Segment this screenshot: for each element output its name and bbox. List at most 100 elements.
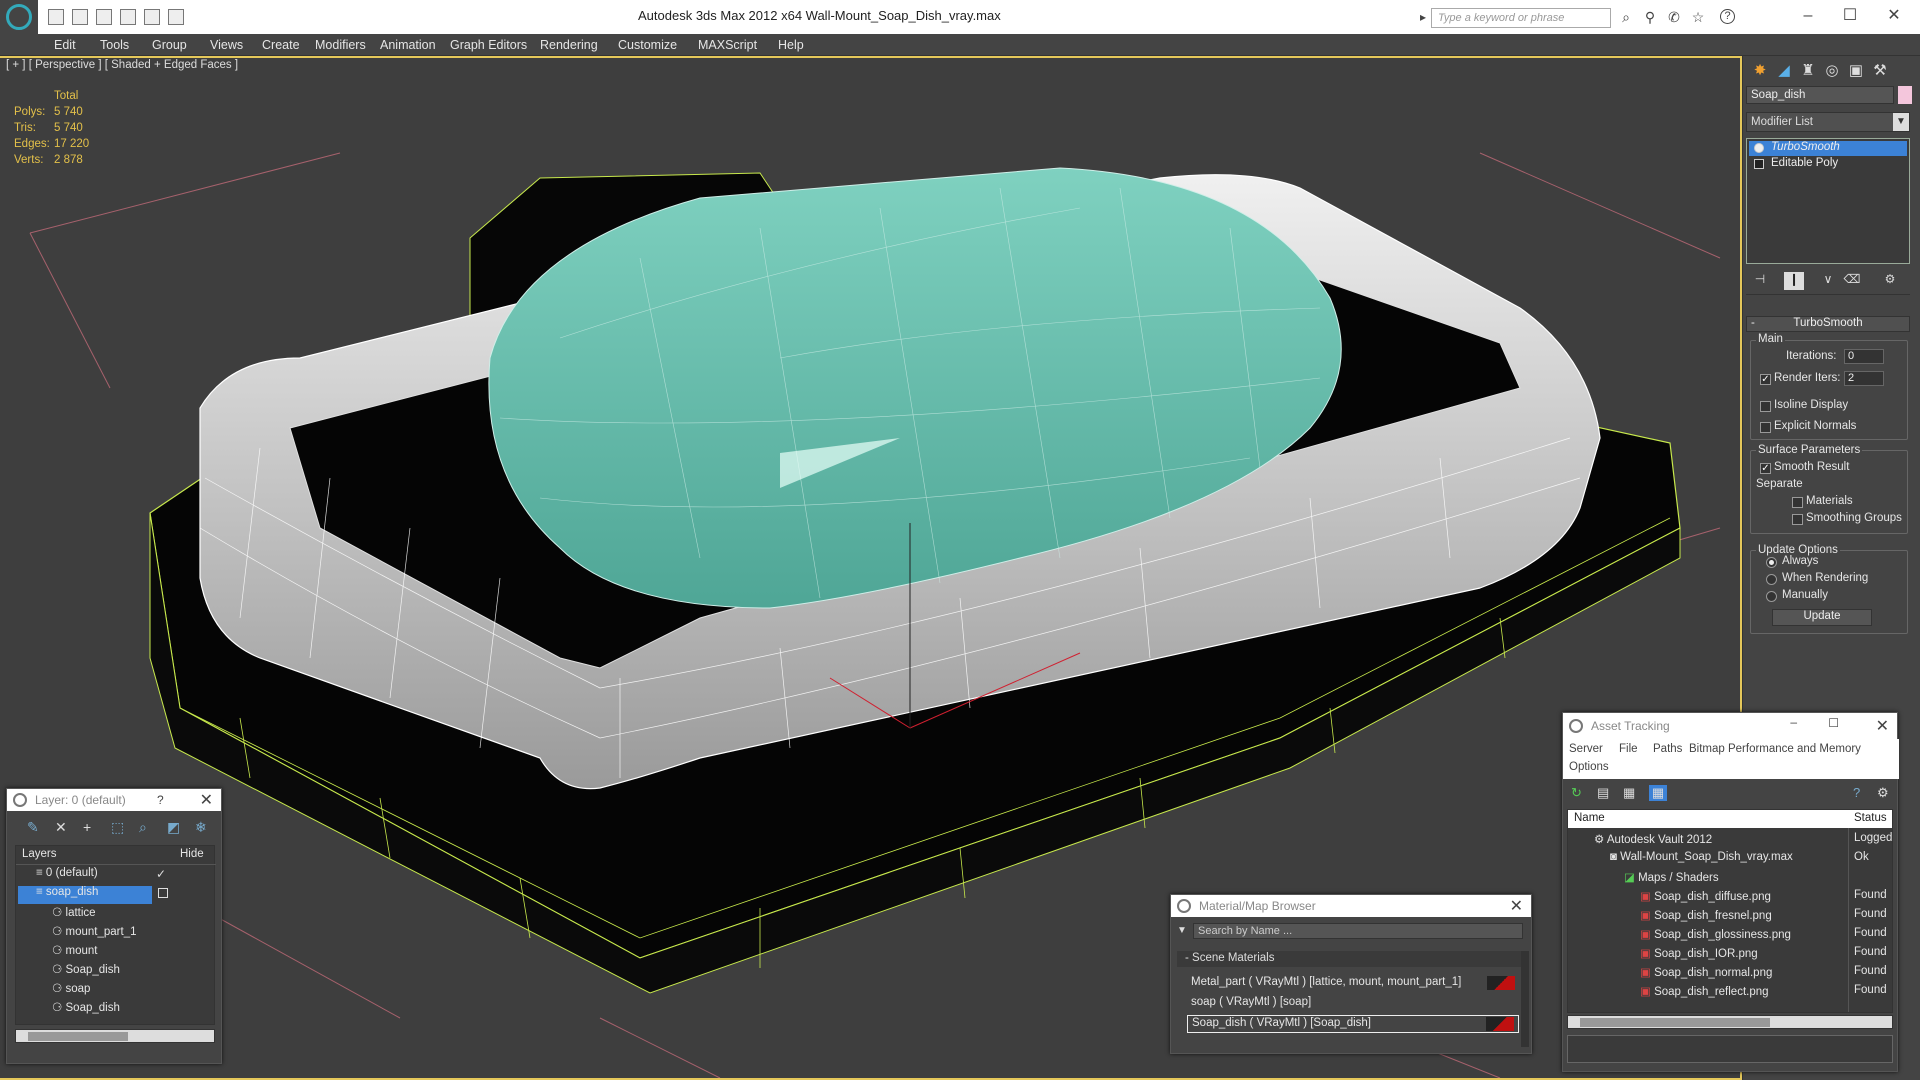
- menu-rendering[interactable]: Rendering: [540, 38, 598, 52]
- iterations-spinner[interactable]: 0: [1844, 349, 1884, 364]
- display-tab-icon[interactable]: ▣: [1845, 60, 1867, 82]
- make-unique-icon[interactable]: ∨: [1818, 272, 1838, 290]
- favorites-star-icon[interactable]: ☆: [1690, 9, 1706, 25]
- turbosmooth-rollout-header[interactable]: - TurboSmooth: [1746, 316, 1910, 332]
- asset-row[interactable]: ▣ Soap_dish_reflect.png: [1640, 984, 1769, 1002]
- chevron-down-icon[interactable]: ▼: [1177, 925, 1187, 936]
- asset-row[interactable]: ▣ Soap_dish_fresnel.png: [1640, 908, 1772, 926]
- object-name-field[interactable]: Soap_dish: [1746, 86, 1894, 104]
- asset-table[interactable]: Name Status ⚙ Autodesk Vault 2012 Logged…: [1567, 809, 1893, 1013]
- modifier-list-dropdown[interactable]: Modifier List ▼: [1746, 112, 1910, 132]
- redo-icon[interactable]: [144, 9, 160, 25]
- vertical-scrollbar[interactable]: [1521, 951, 1529, 1047]
- hierarchy-tab-icon[interactable]: ♜: [1797, 60, 1819, 82]
- menu-create[interactable]: Create: [262, 38, 300, 52]
- horizontal-scrollbar[interactable]: [15, 1029, 215, 1043]
- render-iters-spinner[interactable]: 2: [1844, 371, 1884, 386]
- smoothing-groups-checkbox[interactable]: [1792, 514, 1803, 525]
- menu-help[interactable]: Help: [778, 38, 804, 52]
- update-button[interactable]: Update: [1772, 609, 1872, 626]
- horizontal-scrollbar[interactable]: [1567, 1015, 1893, 1029]
- close-icon[interactable]: ✕: [1874, 4, 1914, 28]
- current-layer-box-icon[interactable]: [158, 888, 168, 898]
- menu-animation[interactable]: Animation: [380, 38, 436, 52]
- help-icon[interactable]: ?: [157, 793, 164, 807]
- highlight-layer-icon[interactable]: ⌕: [139, 819, 147, 836]
- explicit-normals-checkbox[interactable]: [1760, 422, 1771, 433]
- hide-all-icon[interactable]: ◩: [167, 819, 180, 836]
- viewport-label[interactable]: [ + ] [ Perspective ] [ Shaded + Edged F…: [6, 59, 238, 71]
- table-view-icon[interactable]: ▦: [1623, 785, 1635, 801]
- communication-icon[interactable]: ✆: [1666, 9, 1682, 25]
- asset-row[interactable]: ▣ Soap_dish_IOR.png: [1640, 946, 1758, 964]
- show-end-result-icon[interactable]: ❙: [1784, 272, 1804, 290]
- menu-customize[interactable]: Customize: [618, 38, 677, 52]
- menu-tools[interactable]: Tools: [100, 38, 129, 52]
- subscription-icon[interactable]: ⚲: [1642, 9, 1658, 25]
- layer-object-item[interactable]: ⚆ Soap_dish: [52, 962, 120, 980]
- menu-group[interactable]: Group: [152, 38, 187, 52]
- refresh-icon[interactable]: ↻: [1571, 785, 1582, 801]
- layer-object-item[interactable]: ⚆ mount: [52, 943, 97, 961]
- stack-item-turbosmooth[interactable]: TurboSmooth: [1749, 141, 1907, 156]
- asset-row[interactable]: ⚙ Autodesk Vault 2012: [1594, 832, 1712, 850]
- material-search-input[interactable]: Search by Name ...: [1193, 923, 1523, 939]
- minimize-icon[interactable]: –: [1790, 715, 1797, 729]
- when-rendering-radio[interactable]: [1766, 574, 1777, 585]
- freeze-all-icon[interactable]: ❄: [195, 819, 207, 836]
- maximize-icon[interactable]: ☐: [1828, 716, 1839, 730]
- layer-object-item[interactable]: ⚆ lattice: [52, 905, 96, 923]
- close-icon[interactable]: ✕: [1876, 716, 1889, 736]
- layer-item[interactable]: ≡ 0 (default): [36, 867, 98, 885]
- layer-object-item[interactable]: ⚆ soap: [52, 981, 90, 999]
- asset-row[interactable]: ▣ Soap_dish_diffuse.png: [1640, 889, 1771, 907]
- material-item-selected[interactable]: Soap_dish ( VRayMtl ) [Soap_dish]: [1187, 1015, 1519, 1033]
- grid-view-icon[interactable]: ▦: [1649, 785, 1667, 801]
- search-input[interactable]: Type a keyword or phrase: [1431, 8, 1611, 28]
- layer-object-item[interactable]: ⚆ mount_part_1: [52, 924, 136, 942]
- menu-options[interactable]: Options: [1569, 761, 1609, 779]
- layer-object-item[interactable]: ⚆ Soap_dish: [52, 1000, 120, 1018]
- menu-file[interactable]: File: [1619, 743, 1638, 761]
- project-folder-icon[interactable]: [168, 9, 184, 25]
- settings-icon[interactable]: ⚙: [1877, 785, 1889, 801]
- minimize-icon[interactable]: –: [1788, 4, 1828, 28]
- menu-modifiers[interactable]: Modifiers: [315, 38, 366, 52]
- smooth-result-checkbox[interactable]: ✓: [1760, 463, 1771, 474]
- menu-edit[interactable]: Edit: [54, 38, 76, 52]
- asset-path-field[interactable]: [1567, 1035, 1893, 1063]
- asset-tracking-header[interactable]: Asset Tracking – ☐ ✕: [1563, 713, 1897, 739]
- menu-graph-editors[interactable]: Graph Editors: [450, 38, 527, 52]
- asset-row[interactable]: ◙ Wall-Mount_Soap_Dish_vray.max: [1610, 851, 1793, 869]
- remove-modifier-icon[interactable]: ⌫: [1842, 272, 1862, 290]
- binoculars-icon[interactable]: ⌕: [1618, 9, 1634, 25]
- layer-item-selected[interactable]: ≡ soap_dish: [18, 886, 152, 904]
- name-column-header[interactable]: Name: [1574, 812, 1605, 830]
- configure-modifier-sets-icon[interactable]: ⚙: [1880, 272, 1900, 290]
- help-icon[interactable]: ?: [1720, 9, 1735, 24]
- close-icon[interactable]: ✕: [200, 790, 213, 810]
- menu-server[interactable]: Server: [1569, 743, 1603, 761]
- asset-row[interactable]: ▣ Soap_dish_normal.png: [1640, 965, 1772, 983]
- menu-views[interactable]: Views: [210, 38, 243, 52]
- stack-item-editable-poly[interactable]: Editable Poly: [1749, 157, 1907, 172]
- menu-maxscript[interactable]: MAXScript: [698, 38, 757, 52]
- materials-checkbox[interactable]: [1792, 497, 1803, 508]
- modify-tab-icon[interactable]: ◢: [1773, 60, 1795, 82]
- check-icon[interactable]: ✓: [156, 867, 166, 881]
- save-file-icon[interactable]: [96, 9, 112, 25]
- help-icon[interactable]: ?: [1853, 785, 1860, 800]
- menu-bitmap-performance[interactable]: Bitmap Performance and Memory: [1689, 743, 1861, 761]
- search-expand-icon[interactable]: ▸: [1420, 10, 1428, 24]
- always-radio[interactable]: [1766, 557, 1777, 568]
- manually-radio[interactable]: [1766, 591, 1777, 602]
- undo-icon[interactable]: [120, 9, 136, 25]
- new-layer-icon[interactable]: ✎: [27, 819, 39, 836]
- close-icon[interactable]: ✕: [1510, 896, 1523, 916]
- material-item[interactable]: soap ( VRayMtl ) [soap]: [1187, 995, 1519, 1013]
- menu-paths[interactable]: Paths: [1653, 743, 1682, 761]
- layer-panel-header[interactable]: Layer: 0 (default)? ✕: [7, 789, 221, 811]
- maximize-icon[interactable]: ☐: [1830, 4, 1870, 28]
- add-to-layer-icon[interactable]: +: [83, 819, 91, 835]
- status-column-header[interactable]: Status: [1854, 812, 1887, 830]
